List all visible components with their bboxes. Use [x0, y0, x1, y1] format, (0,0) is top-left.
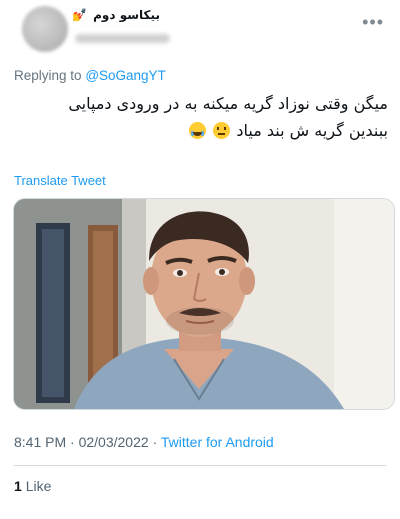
nail-polish-emoji-icon: 💅 — [72, 8, 87, 22]
reply-prefix: Replying to — [14, 68, 82, 83]
avatar[interactable] — [22, 6, 68, 52]
neutral-face-icon — [213, 122, 231, 139]
translate-tweet-link[interactable]: Translate Tweet — [14, 173, 106, 188]
face-with-tears-of-joy-icon — [189, 122, 207, 139]
reply-mention-link[interactable]: @SoGangYT — [85, 68, 166, 83]
like-label: Like — [25, 478, 52, 494]
separator-dot-2: · — [152, 434, 158, 450]
tweet-time[interactable]: 8:41 PM — [14, 434, 66, 450]
tweet-text-line-2: ببندین گریه ش بند میاد — [236, 121, 388, 140]
display-name[interactable]: بیکاسو دوم 💅 — [72, 8, 162, 22]
separator-dot: · — [70, 434, 75, 450]
media-photo-illustration — [14, 199, 394, 409]
display-name-text: بیکاسو دوم — [93, 8, 160, 22]
blurred-handle — [75, 34, 170, 43]
tweet-text-line-1: میگن وقتی نوزاد گریه میکنه به در ورودی د… — [68, 94, 388, 113]
tweet-date[interactable]: 02/03/2022 — [79, 434, 149, 450]
tweet-timestamp: 8:41 PM · 02/03/2022 · Twitter for Andro… — [14, 434, 274, 450]
reply-context: Replying to @SoGangYT — [14, 68, 166, 83]
likes-count[interactable]: 1 Like — [14, 478, 51, 494]
tweet-media-image[interactable] — [13, 198, 395, 410]
tweet-text-line-2-wrap: ببندین گریه ش بند میاد — [12, 117, 388, 144]
tweet-source-link[interactable]: Twitter for Android — [161, 434, 274, 450]
divider — [14, 465, 386, 466]
tweet-card: بیکاسو دوم 💅 ••• Replying to @SoGangYT م… — [0, 0, 400, 519]
tweet-text: میگن وقتی نوزاد گریه میکنه به در ورودی د… — [12, 90, 388, 144]
like-count-number: 1 — [14, 478, 22, 494]
more-options-icon[interactable]: ••• — [362, 12, 384, 33]
